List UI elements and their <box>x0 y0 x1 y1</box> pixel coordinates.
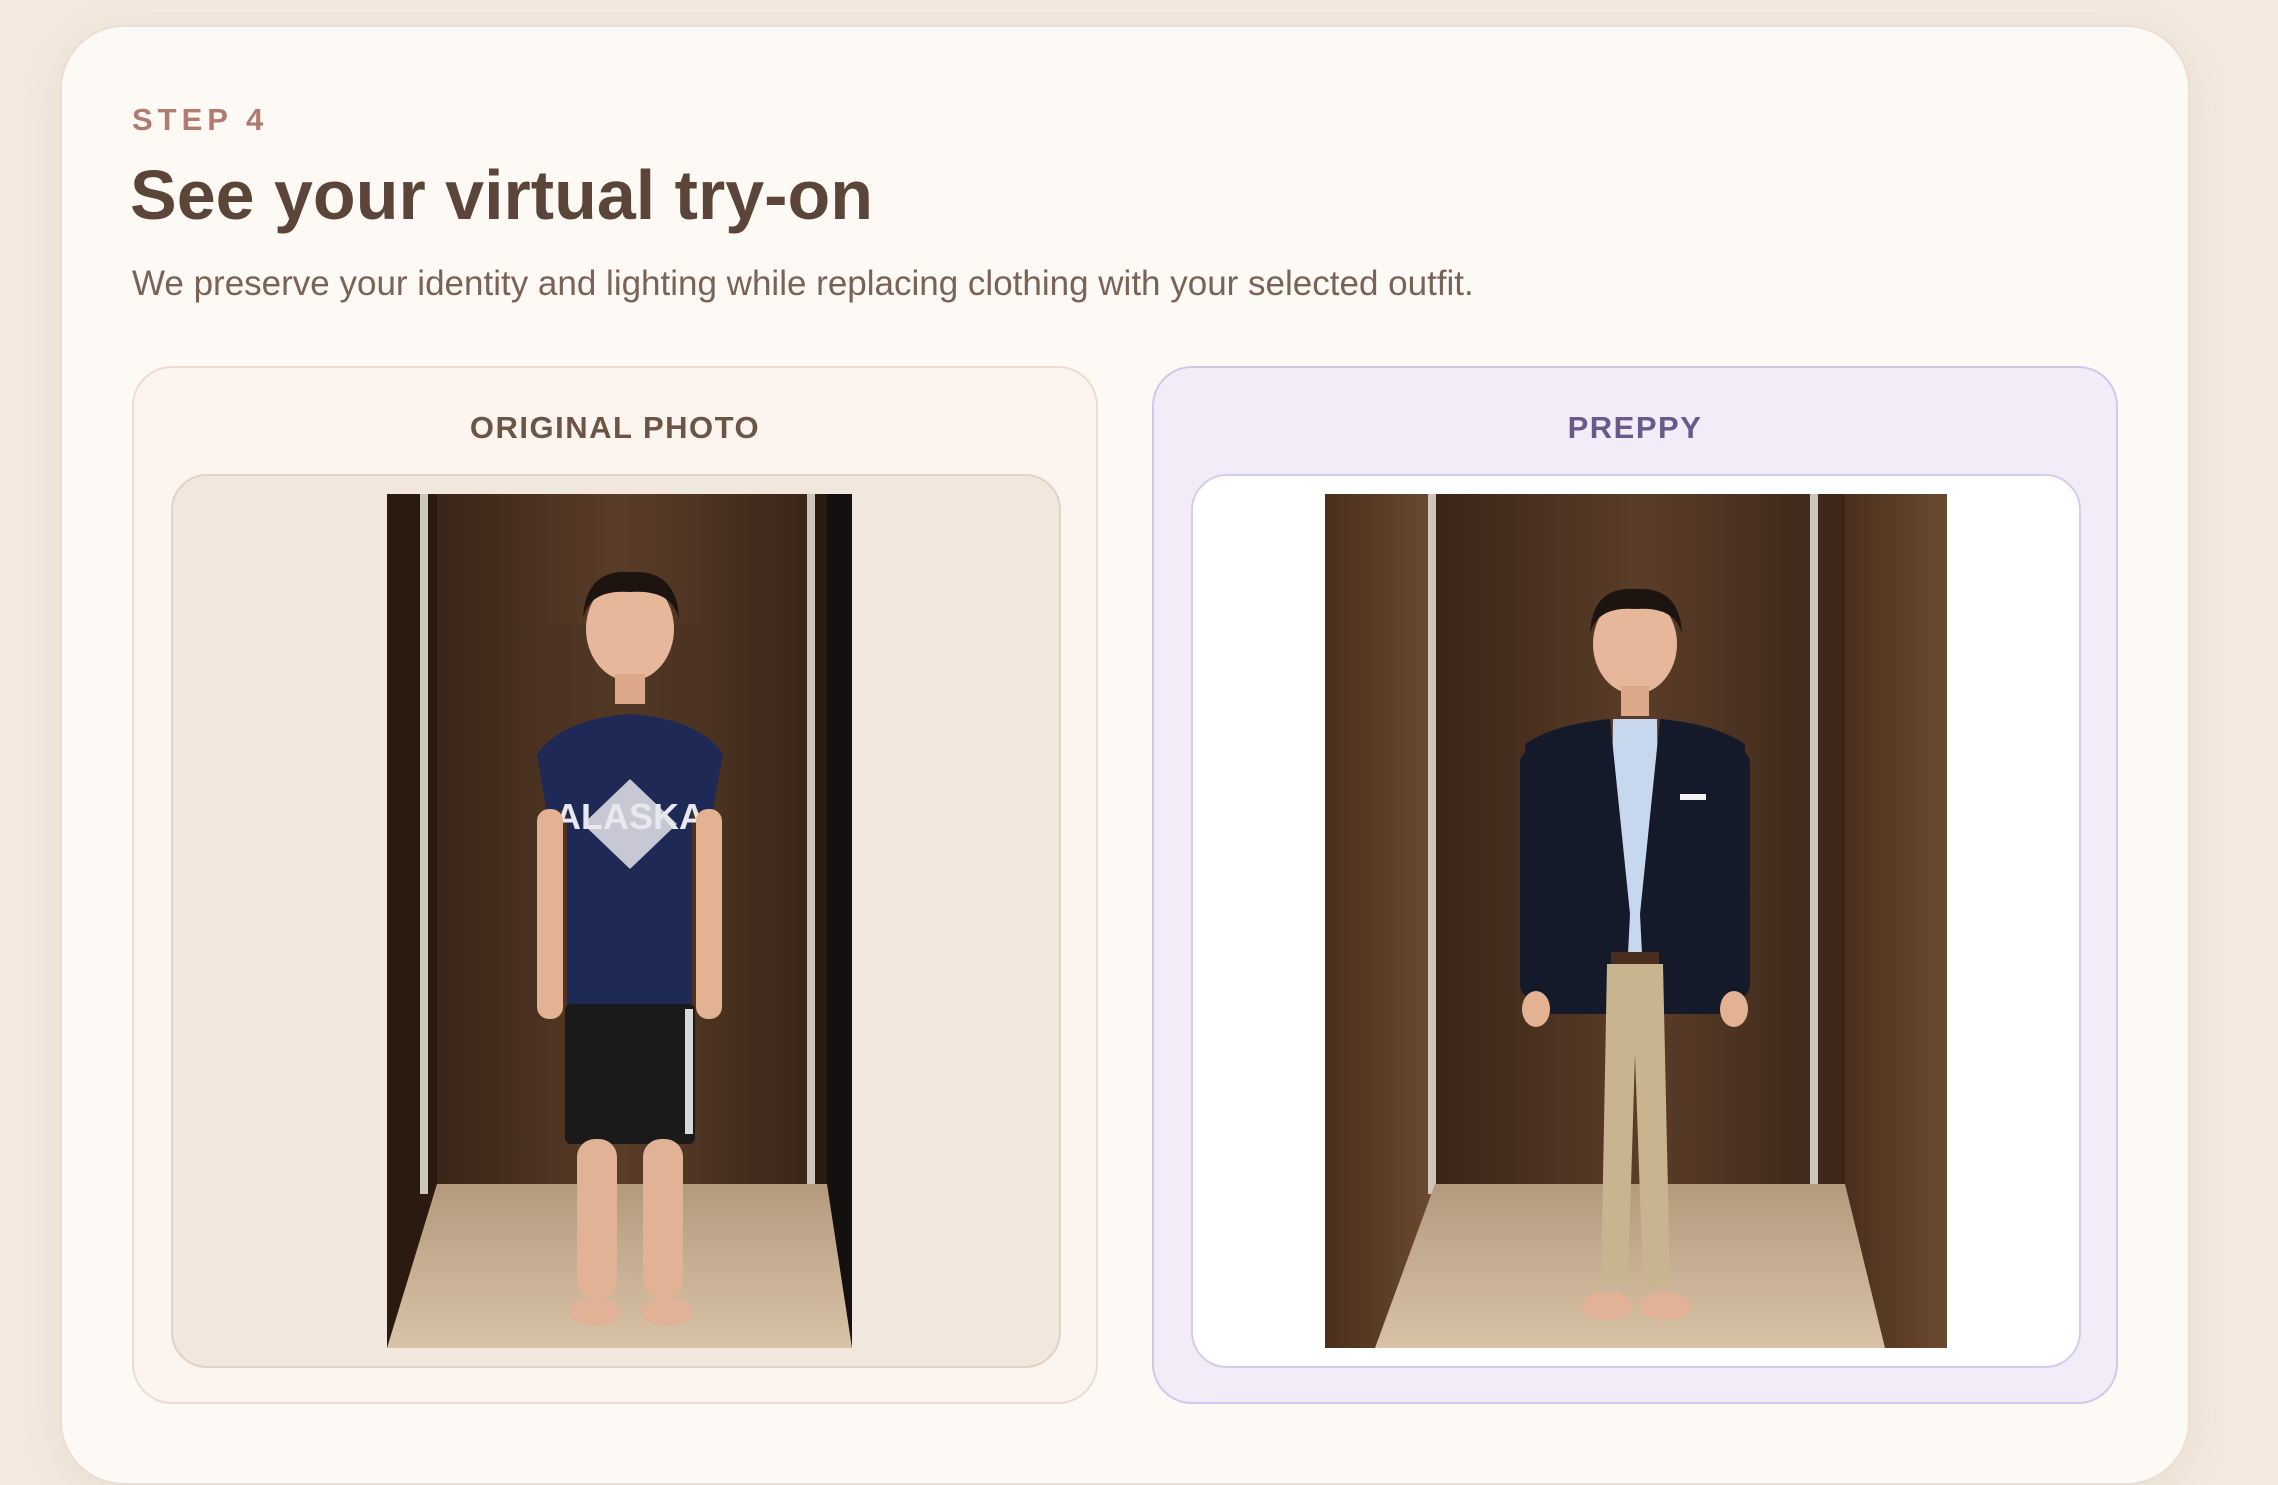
page-subtitle: We preserve your identity and lighting w… <box>132 264 1474 303</box>
preppy-panel: PREPPY <box>1152 366 2118 1404</box>
original-photo-panel: ORIGINAL PHOTO ALASKA <box>132 366 1098 1404</box>
shirt-print: ALASKA <box>555 796 705 837</box>
original-photo: ALASKA <box>387 494 852 1348</box>
page-title: See your virtual try-on <box>130 156 873 234</box>
preppy-photo <box>1325 494 1947 1348</box>
preppy-label: PREPPY <box>1567 410 1703 445</box>
original-photo-label: ORIGINAL PHOTO <box>469 410 761 445</box>
preppy-photo-frame <box>1191 474 2081 1368</box>
step-label: STEP 4 <box>132 102 269 137</box>
original-photo-frame: ALASKA <box>171 474 1061 1368</box>
